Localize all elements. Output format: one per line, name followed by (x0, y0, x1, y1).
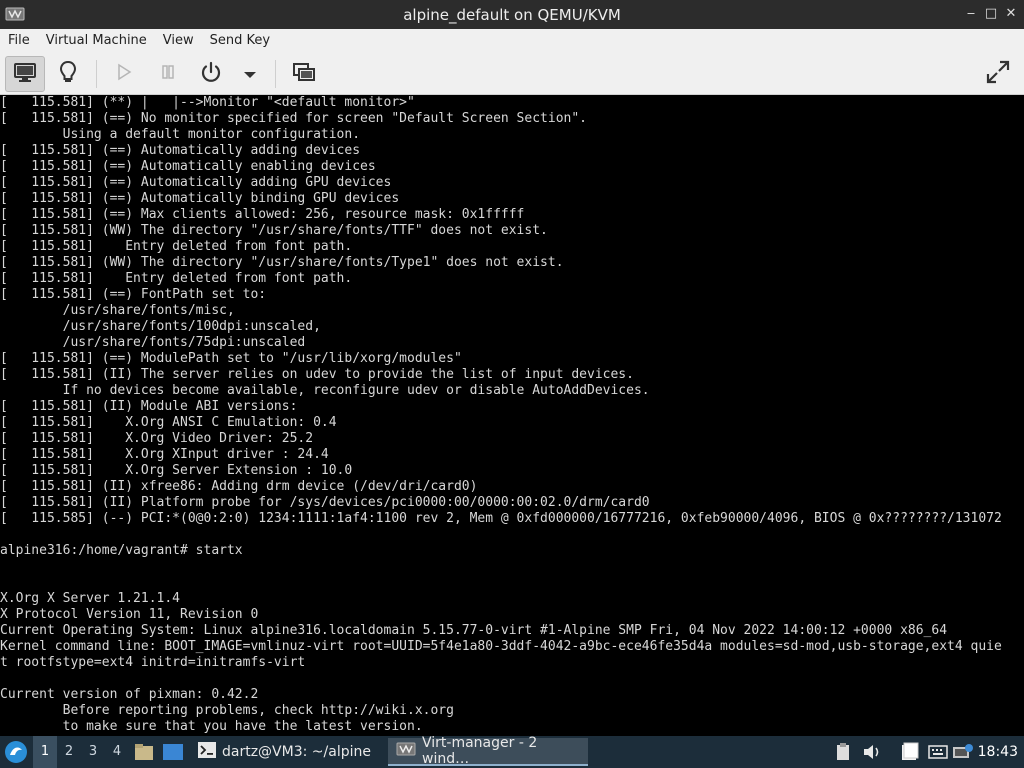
console-line: If no devices become available, reconfig… (0, 383, 650, 398)
keyboard-layout-icon[interactable] (928, 742, 948, 762)
volume-icon[interactable] (862, 742, 882, 762)
console-line: X.Org X Server 1.21.1.4 (0, 591, 181, 606)
console-view-button[interactable] (5, 56, 45, 92)
console-line: to make sure that you have the latest ve… (0, 719, 423, 734)
workspace-2[interactable]: 2 (57, 736, 81, 768)
console-line: [ 115.581] (II) Platform probe for /sys/… (0, 495, 650, 510)
run-button[interactable] (106, 56, 142, 92)
console-line: [ 115.581] (==) Automatically adding GPU… (0, 175, 392, 190)
lightbulb-icon (57, 59, 79, 89)
details-view-button[interactable] (50, 56, 86, 92)
show-desktop-icon[interactable] (162, 743, 184, 765)
console-line: /usr/share/fonts/100dpi:unscaled, (0, 319, 321, 334)
fullscreen-button[interactable] (980, 56, 1016, 92)
taskbar: 1 2 3 4 dartz@VM3: ~/alpine Virt-manager… (0, 735, 1024, 768)
console-line: [ 115.581] (==) Max clients allowed: 256… (0, 207, 525, 222)
minimize-button[interactable]: ‒ (964, 7, 978, 21)
monitor-icon (13, 61, 37, 87)
snapshots-icon (292, 61, 316, 87)
console-line: [ 115.581] (**) | |-->Monitor "<default … (0, 95, 415, 110)
clipboard-tray-icon[interactable] (836, 742, 850, 762)
console-line: Current version of pixman: 0.42.2 (0, 687, 259, 702)
menu-file[interactable]: File (0, 33, 38, 48)
console-line: [ 115.581] X.Org Video Driver: 25.2 (0, 431, 314, 446)
taskbar-item-virt-manager[interactable]: Virt-manager - 2 wind… (388, 735, 588, 767)
menu-view[interactable]: View (155, 33, 202, 48)
console-line: [ 115.581] (II) xfree86: Adding drm devi… (0, 479, 478, 494)
snapshots-button[interactable] (286, 56, 322, 92)
virt-manager-icon (396, 742, 416, 760)
virt-manager-app-icon (5, 6, 25, 22)
file-manager-launcher-icon[interactable] (134, 743, 154, 765)
workspace-4[interactable]: 4 (105, 736, 129, 768)
console-line: [ 115.581] (==) No monitor specified for… (0, 111, 587, 126)
console-line: [ 115.581] (II) The server relies on ude… (0, 367, 634, 382)
console-line: Kernel command line: BOOT_IMAGE=vmlinuz-… (0, 639, 1002, 654)
menu-send-key[interactable]: Send Key (202, 33, 278, 48)
console-line: [ 115.581] X.Org Server Extension : 10.0 (0, 463, 353, 478)
workspace-3[interactable]: 3 (81, 736, 105, 768)
console-line: [ 115.581] (II) Module ABI versions: (0, 399, 298, 414)
console-line: Before reporting problems, check http://… (0, 703, 454, 718)
console-line: [ 115.581] (==) Automatically binding GP… (0, 191, 400, 206)
console-line: [ 115.585] (--) PCI:*(0@0:2:0) 1234:1111… (0, 511, 1002, 526)
taskbar-item-label: dartz@VM3: ~/alpine (222, 744, 371, 760)
console-line: /usr/share/fonts/75dpi:unscaled (0, 335, 306, 350)
start-menu-icon[interactable] (4, 740, 28, 768)
console-line: Using a default monitor configuration. (0, 127, 361, 142)
close-button[interactable]: ✕ (1004, 7, 1018, 21)
play-icon (115, 63, 133, 85)
console-line: [ 115.581] (==) FontPath set to: (0, 287, 267, 302)
power-icon (199, 60, 223, 88)
window-title: alpine_default on QEMU/KVM (403, 5, 621, 24)
console-text: [ 115.581] (**) | |-->Monitor "<default … (0, 95, 1024, 735)
vm-console-display[interactable]: [ 115.581] (**) | |-->Monitor "<default … (0, 95, 1024, 736)
console-line: [ 115.581] X.Org ANSI C Emulation: 0.4 (0, 415, 337, 430)
console-line: [ 115.581] (WW) The directory "/usr/shar… (0, 223, 548, 238)
maximize-button[interactable]: □ (984, 7, 998, 21)
console-line: [ 115.581] (WW) The directory "/usr/shar… (0, 255, 564, 270)
network-icon[interactable] (952, 742, 974, 762)
terminal-icon (198, 742, 216, 762)
pause-button[interactable] (150, 56, 186, 92)
toolbar (0, 52, 1024, 95)
console-line: [ 115.581] Entry deleted from font path. (0, 271, 353, 286)
fullscreen-icon (985, 59, 1011, 89)
window-titlebar[interactable]: alpine_default on QEMU/KVM ‒ □ ✕ (0, 0, 1024, 29)
pause-icon (159, 63, 177, 85)
console-line: [ 115.581] Entry deleted from font path. (0, 239, 353, 254)
taskbar-item-terminal[interactable]: dartz@VM3: ~/alpine (190, 738, 386, 766)
console-line: alpine316:/home/vagrant# startx (0, 543, 243, 558)
console-line: [ 115.581] X.Org XInput driver : 24.4 (0, 447, 329, 462)
menu-virtual-machine[interactable]: Virtual Machine (38, 33, 155, 48)
console-line: t rootfstype=ext4 initrd=initramfs-virt (0, 655, 306, 670)
power-button[interactable] (193, 56, 229, 92)
console-line: [ 115.581] (==) Automatically enabling d… (0, 159, 376, 174)
console-line: [ 115.581] (==) Automatically adding dev… (0, 143, 361, 158)
menu-bar: File Virtual Machine View Send Key (0, 29, 1024, 52)
taskbar-item-label: Virt-manager - 2 wind… (422, 735, 538, 767)
console-line: [ 115.581] (==) ModulePath set to "/usr/… (0, 351, 462, 366)
console-line: X Protocol Version 11, Revision 0 (0, 607, 259, 622)
console-line: Current Operating System: Linux alpine31… (0, 623, 948, 638)
console-line: /usr/share/fonts/misc, (0, 303, 235, 318)
chevron-down-icon (243, 65, 257, 84)
notes-tray-icon[interactable] (900, 742, 920, 762)
clock[interactable]: 18:43 (978, 736, 1018, 768)
workspace-1[interactable]: 1 (33, 736, 57, 768)
power-menu-button[interactable] (235, 56, 265, 92)
